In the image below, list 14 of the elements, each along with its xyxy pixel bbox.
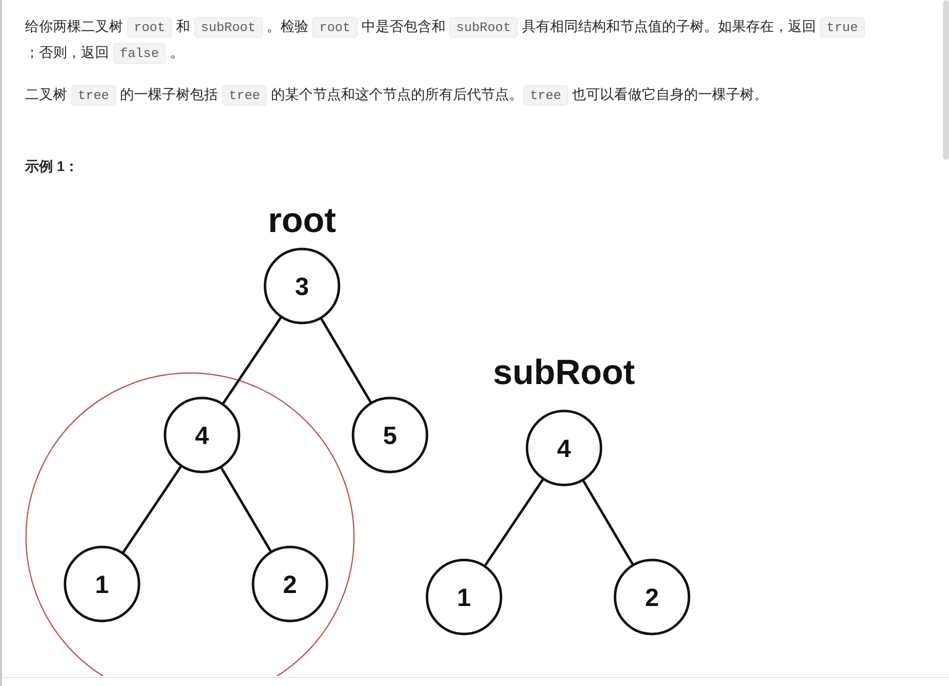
- tree-node: 2: [252, 546, 328, 622]
- tree-node: 1: [64, 546, 140, 622]
- tree-node: 4: [164, 396, 240, 474]
- example-heading: 示例 1：: [25, 157, 79, 176]
- tree-node: 1: [426, 558, 502, 636]
- tree-label: subRoot: [493, 353, 635, 392]
- description-paragraph: 给你两棵二叉树 root 和 subRoot 。检验 root 中是否包含和 subRoot 具有相同结构和节点值的子树。如果存在，返回 true ；否则，返回 false 。: [25, 14, 869, 66]
- tree-label: root: [268, 201, 336, 240]
- description-paragraph: 二叉树 tree 的一棵子树包括 tree 的某个节点和这个节点的所有后代节点。 tree 也可以看做它自身的一棵子树。: [25, 82, 869, 108]
- tree-node: 2: [614, 558, 690, 636]
- scrollbar-thumb[interactable]: [943, 0, 949, 160]
- tree-node: 3: [264, 248, 340, 324]
- tree-node: 5: [352, 396, 428, 474]
- tree-node: 4: [526, 410, 602, 486]
